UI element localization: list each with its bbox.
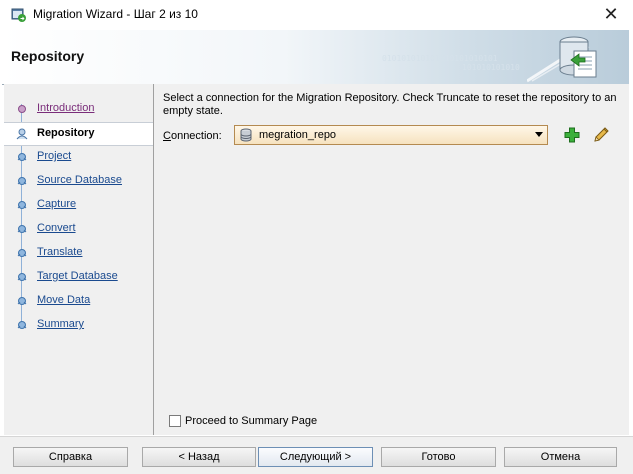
title-bar: Migration Wizard - Шаг 2 из 10 ✕ (0, 0, 633, 30)
step-label: Target Database (37, 270, 118, 282)
button-bar: Справка < Назад Следующий > Готово Отмен… (0, 436, 633, 474)
banner-binary-text: 010101010101010101010101 (382, 54, 498, 63)
step-label: Move Data (37, 294, 91, 306)
step-repository[interactable]: Repository (4, 122, 153, 146)
step-label: Convert (37, 222, 76, 234)
step-node-icon (17, 297, 27, 305)
connection-value: megration_repo (259, 129, 337, 141)
step-node-icon (17, 273, 27, 281)
repository-banner-icon (527, 36, 597, 83)
step-label: Source Database (37, 174, 122, 186)
step-node-icon (18, 105, 26, 113)
step-node-icon (17, 177, 27, 185)
step-source-database[interactable]: Source Database (4, 170, 153, 192)
step-capture[interactable]: Capture (4, 194, 153, 216)
step-label: Translate (37, 246, 83, 258)
back-button[interactable]: < Назад (142, 447, 256, 467)
step-project[interactable]: Project (4, 146, 153, 168)
step-convert[interactable]: Convert (4, 218, 153, 240)
pencil-icon[interactable] (592, 126, 610, 144)
connection-label: Connection: (163, 130, 222, 142)
step-node-icon (17, 225, 27, 233)
wizard-steps-panel: Introduction Repository Project Source Data… (4, 84, 154, 435)
step-move-data[interactable]: Move Data (4, 290, 153, 312)
banner-binary-text-2: 101010101010 (462, 63, 520, 72)
step-summary[interactable]: Summary (4, 314, 153, 336)
window-title: Migration Wizard - Шаг 2 из 10 (33, 7, 198, 21)
step-target-database[interactable]: Target Database (4, 266, 153, 288)
database-icon (240, 128, 252, 142)
cancel-button[interactable]: Отмена (504, 447, 617, 467)
app-icon (11, 8, 26, 22)
header-banner: Repository 010101010101010101010101 1010… (2, 30, 629, 85)
step-label: Capture (37, 198, 77, 210)
next-button[interactable]: Следующий > (258, 447, 373, 467)
help-button[interactable]: Справка (13, 447, 128, 467)
content-panel: Select a connection for the Migration Re… (154, 84, 629, 435)
current-step-icon (16, 128, 28, 140)
proceed-checkbox[interactable] (169, 415, 181, 427)
proceed-label: Proceed to Summary Page (185, 415, 318, 427)
step-node-icon (17, 249, 27, 257)
plus-icon[interactable] (564, 127, 580, 143)
step-introduction[interactable]: Introduction (4, 98, 153, 120)
step-translate[interactable]: Translate (4, 242, 153, 264)
step-label: Project (37, 150, 72, 162)
finish-button[interactable]: Готово (381, 447, 496, 467)
step-node-icon (17, 201, 27, 209)
instructions-text: Select a connection for the Migration Re… (163, 92, 617, 117)
step-node-icon (17, 321, 27, 329)
step-label: Repository (37, 127, 95, 139)
close-icon[interactable]: ✕ (600, 4, 622, 26)
step-label: Summary (37, 318, 85, 330)
connection-dropdown[interactable]: megration_repo (234, 125, 548, 145)
chevron-down-icon (535, 132, 543, 137)
page-title: Repository (11, 48, 85, 64)
step-label: Introduction (37, 102, 95, 114)
step-node-icon (17, 153, 27, 161)
